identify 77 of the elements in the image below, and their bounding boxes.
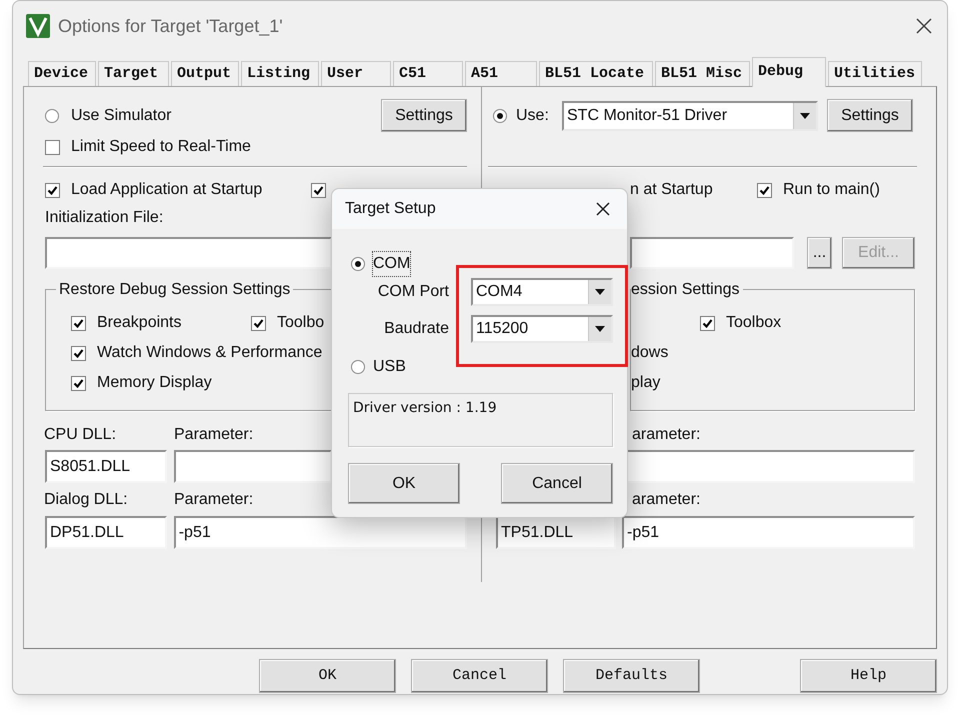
label: Use: [516,106,550,126]
checkbox[interactable] [71,316,86,330]
button[interactable]: Settings [827,99,913,132]
label: Limit Speed to Real-Time [71,137,251,157]
tab[interactable]: Device [28,61,96,86]
close-icon[interactable] [915,17,933,35]
checkbox[interactable] [251,316,266,330]
label: Toolbo [277,313,324,333]
tab[interactable]: BL51 Locate [539,61,653,86]
label: Load Application at Startup [71,180,262,200]
label: arameter: [632,425,700,445]
label: Dialog DLL: [44,490,129,510]
radio-button[interactable] [351,360,365,374]
label: Watch Windows & Performance [97,343,322,363]
label: Toolbox [726,313,782,333]
button[interactable]: Defaults [563,659,700,693]
button[interactable]: Cancel [501,463,613,504]
text-field[interactable] [630,237,794,269]
tab[interactable]: Utilities [828,61,922,86]
radio-button[interactable] [45,108,59,122]
button[interactable]: Cancel [411,659,548,693]
caret-icon [595,326,605,332]
label: CPU DLL: [44,425,118,445]
checkbox[interactable] [45,140,60,154]
label: Parameter: [174,490,254,510]
radio-button[interactable] [351,257,365,271]
text-field[interactable] [45,237,332,269]
button[interactable]: Settings [381,99,467,132]
button[interactable]: OK [348,463,460,504]
app-icon [26,14,50,38]
label: USB [373,357,406,377]
window-title: Options for Target 'Target_1' [58,14,283,38]
caret-icon [800,112,810,118]
label: arameter: [632,490,700,510]
tab[interactable]: BL51 Misc [655,61,750,86]
label: play [631,373,660,393]
button[interactable]: Help [800,659,937,693]
label: Breakpoints [97,313,182,333]
checkbox[interactable] [311,182,326,198]
label: Baudrate [383,319,450,339]
text-field[interactable]: -p51 [622,516,915,549]
checkbox[interactable] [700,316,715,330]
radio-button[interactable] [493,108,507,122]
label: Memory Display [97,373,212,393]
window-title: Target Setup [345,199,436,219]
label: Parameter: [174,425,254,445]
label: COM Port [376,282,450,302]
label: n at Startup [630,180,714,200]
checkbox[interactable] [757,182,772,198]
checkbox[interactable] [71,346,86,360]
dropdown[interactable]: COM4 [471,278,613,306]
caret-icon [595,289,605,295]
close-icon[interactable] [595,201,611,217]
checkbox[interactable] [71,376,86,390]
checkbox[interactable] [45,182,60,198]
text-field[interactable]: TP51.DLL [496,516,616,549]
info-box: Driver version : 1.19 [348,393,613,447]
button[interactable]: OK [259,659,396,693]
tab[interactable]: User [321,61,391,86]
text-field[interactable] [174,450,332,483]
tab[interactable]: Listing [241,61,319,86]
text-field[interactable]: DP51.DLL [45,516,167,549]
text-field[interactable]: S8051.DLL [45,450,167,483]
text-field[interactable]: -p51 [174,516,467,549]
tab[interactable]: A51 [465,61,537,86]
button[interactable]: ... [807,237,832,269]
dropdown[interactable]: STC Monitor-51 Driver [562,100,818,130]
label: dows [631,343,668,363]
tab[interactable]: C51 [393,61,463,86]
label: Initialization File: [45,208,164,228]
tab[interactable]: Target [98,61,169,86]
dropdown[interactable]: 115200 [471,315,613,343]
tab[interactable]: Debug [752,57,826,87]
label: Run to main() [783,180,880,200]
tab[interactable]: Output [171,61,239,86]
label: COM [373,252,410,276]
label: Use Simulator [71,106,172,126]
